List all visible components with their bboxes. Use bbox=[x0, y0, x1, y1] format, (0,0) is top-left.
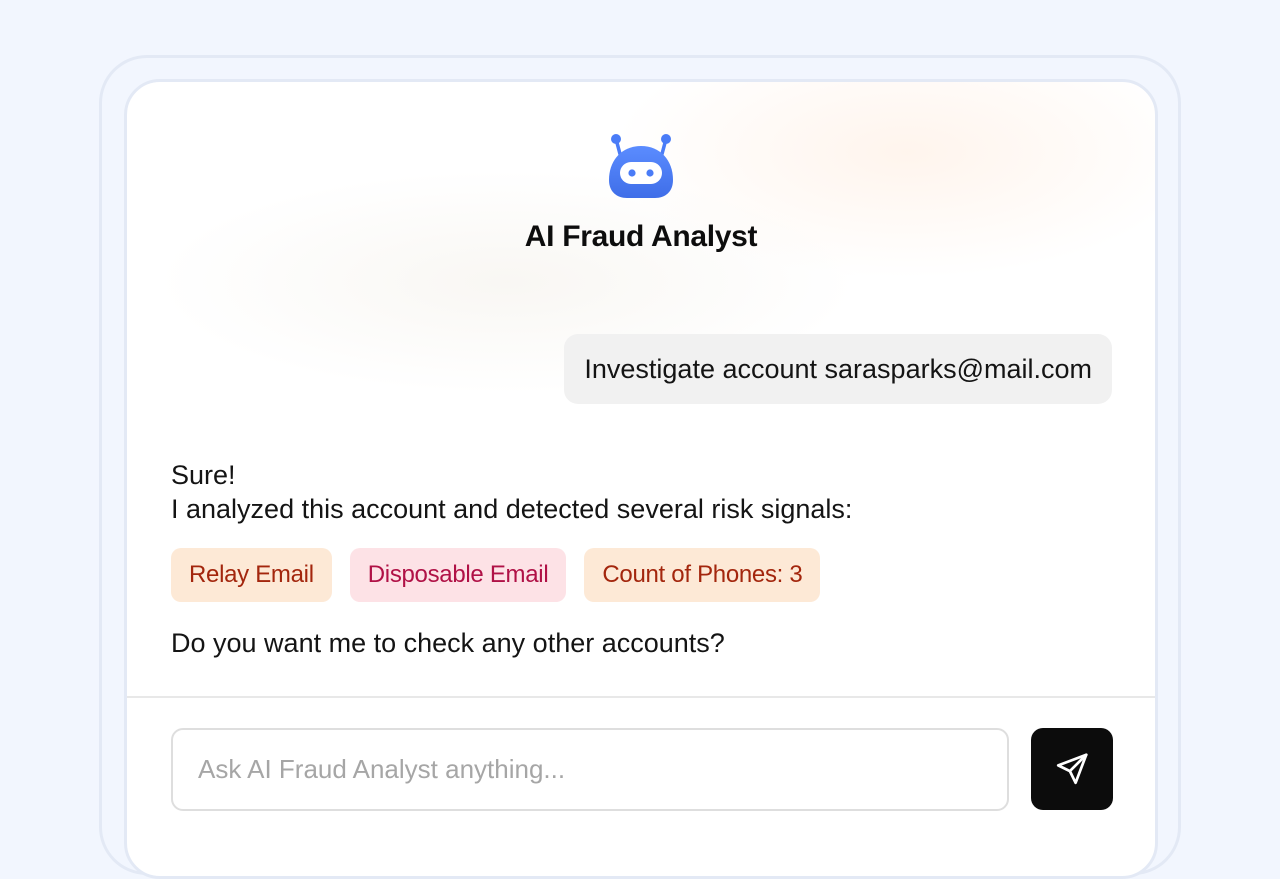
chat-input[interactable] bbox=[171, 728, 1009, 811]
chat-window: AI Fraud Analyst Investigate account sar… bbox=[124, 79, 1158, 879]
ai-followup-question: Do you want me to check any other accoun… bbox=[171, 628, 725, 658]
robot-icon bbox=[609, 134, 673, 198]
ai-reply-summary: I analyzed this account and detected sev… bbox=[171, 494, 853, 524]
send-icon bbox=[1056, 753, 1088, 785]
user-message-bubble: Investigate account sarasparks@mail.com bbox=[564, 334, 1112, 404]
risk-signal-tags: Relay Email Disposable Email Count of Ph… bbox=[171, 548, 821, 602]
risk-tag-disposable-email: Disposable Email bbox=[349, 548, 567, 602]
risk-tag-phone-count: Count of Phones: 3 bbox=[584, 548, 821, 602]
chat-title: AI Fraud Analyst bbox=[524, 220, 758, 253]
ai-reply-greeting: Sure! bbox=[171, 460, 236, 490]
ai-reply: Sure! I analyzed this account and detect… bbox=[171, 458, 852, 526]
send-button[interactable] bbox=[1031, 728, 1113, 810]
risk-tag-relay-email: Relay Email bbox=[171, 548, 332, 602]
composer-divider bbox=[127, 696, 1155, 698]
chat-header: AI Fraud Analyst bbox=[127, 132, 1155, 254]
